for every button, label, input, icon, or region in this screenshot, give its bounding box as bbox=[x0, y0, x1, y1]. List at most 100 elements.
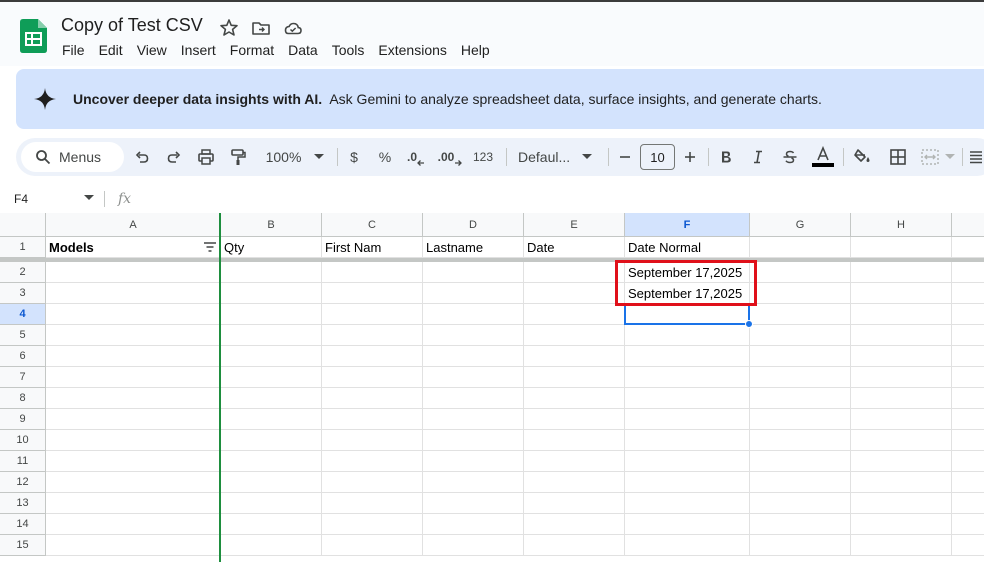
chevron-down-icon[interactable] bbox=[84, 195, 94, 201]
cell-f6[interactable] bbox=[625, 346, 750, 367]
column-header-b[interactable]: B bbox=[221, 213, 322, 237]
cell-g12[interactable] bbox=[750, 472, 851, 493]
cell-h4[interactable] bbox=[851, 304, 952, 325]
cell-c10[interactable] bbox=[322, 430, 423, 451]
cell-d2[interactable] bbox=[423, 262, 524, 283]
column-header-e[interactable]: E bbox=[524, 213, 625, 237]
cell-c14[interactable] bbox=[322, 514, 423, 535]
strikethrough-button[interactable] bbox=[780, 138, 800, 176]
cell-a14[interactable] bbox=[46, 514, 221, 535]
cell-partial[interactable] bbox=[952, 451, 984, 472]
bold-button[interactable] bbox=[716, 138, 736, 176]
cell-b10[interactable] bbox=[221, 430, 322, 451]
cell-d7[interactable] bbox=[423, 367, 524, 388]
column-header-partial[interactable] bbox=[952, 213, 984, 237]
cell-b14[interactable] bbox=[221, 514, 322, 535]
name-box[interactable]: F4 bbox=[0, 186, 104, 212]
cell-f9[interactable] bbox=[625, 409, 750, 430]
cell-h10[interactable] bbox=[851, 430, 952, 451]
cell-b15[interactable] bbox=[221, 535, 322, 556]
cell-b2[interactable] bbox=[221, 262, 322, 283]
cell-e11[interactable] bbox=[524, 451, 625, 472]
menu-format[interactable]: Format bbox=[223, 40, 281, 60]
row-header-7[interactable]: 7 bbox=[0, 367, 46, 388]
cell-f8[interactable] bbox=[625, 388, 750, 409]
merge-cells-button[interactable] bbox=[918, 138, 958, 176]
cell-h5[interactable] bbox=[851, 325, 952, 346]
column-header-c[interactable]: C bbox=[322, 213, 423, 237]
cell-a13[interactable] bbox=[46, 493, 221, 514]
cell-partial[interactable] bbox=[952, 409, 984, 430]
cloud-saved-icon[interactable] bbox=[283, 18, 303, 38]
horizontal-align-button[interactable] bbox=[968, 138, 984, 176]
cell-c3[interactable] bbox=[322, 283, 423, 304]
fill-handle[interactable] bbox=[745, 320, 753, 328]
column-header-a[interactable]: A bbox=[46, 213, 221, 237]
cell-a6[interactable] bbox=[46, 346, 221, 367]
cell-c6[interactable] bbox=[322, 346, 423, 367]
cell-h7[interactable] bbox=[851, 367, 952, 388]
cell-a10[interactable] bbox=[46, 430, 221, 451]
menu-insert[interactable]: Insert bbox=[174, 40, 223, 60]
cell-a11[interactable] bbox=[46, 451, 221, 472]
cell-f5[interactable] bbox=[625, 325, 750, 346]
cell-partial[interactable] bbox=[952, 304, 984, 325]
cell-f10[interactable] bbox=[625, 430, 750, 451]
fill-color-button[interactable] bbox=[851, 138, 875, 176]
cell-g11[interactable] bbox=[750, 451, 851, 472]
cell-g9[interactable] bbox=[750, 409, 851, 430]
spreadsheet-grid[interactable]: A B C D E F G H 1 Models Qty First Nam Lastname Date D… bbox=[0, 213, 984, 562]
cell-c13[interactable] bbox=[322, 493, 423, 514]
column-header-d[interactable]: D bbox=[423, 213, 524, 237]
print-button[interactable] bbox=[194, 138, 218, 176]
gemini-banner[interactable]: Uncover deeper data insights with AI. As… bbox=[16, 69, 984, 129]
row-header-4[interactable]: 4 bbox=[0, 304, 46, 325]
cell-b5[interactable] bbox=[221, 325, 322, 346]
menu-edit[interactable]: Edit bbox=[92, 40, 130, 60]
cell-a5[interactable] bbox=[46, 325, 221, 346]
cell-c4[interactable] bbox=[322, 304, 423, 325]
cell-f11[interactable] bbox=[625, 451, 750, 472]
move-to-folder-icon[interactable] bbox=[251, 18, 271, 38]
cell-g8[interactable] bbox=[750, 388, 851, 409]
column-header-g[interactable]: G bbox=[750, 213, 851, 237]
row-header-10[interactable]: 10 bbox=[0, 430, 46, 451]
cell-partial[interactable] bbox=[952, 262, 984, 283]
increase-decimal-button[interactable]: .00 bbox=[436, 138, 464, 176]
row-header-14[interactable]: 14 bbox=[0, 514, 46, 535]
cell-g2[interactable] bbox=[750, 262, 851, 283]
menu-tools[interactable]: Tools bbox=[325, 40, 372, 60]
row-header-8[interactable]: 8 bbox=[0, 388, 46, 409]
cell-g1[interactable] bbox=[750, 237, 851, 258]
row-header-11[interactable]: 11 bbox=[0, 451, 46, 472]
menu-help[interactable]: Help bbox=[454, 40, 497, 60]
cell-e1[interactable]: Date bbox=[524, 237, 625, 258]
cell-e15[interactable] bbox=[524, 535, 625, 556]
cell-c5[interactable] bbox=[322, 325, 423, 346]
cell-b1[interactable]: Qty bbox=[221, 237, 322, 258]
borders-button[interactable] bbox=[886, 138, 910, 176]
filter-icon[interactable] bbox=[204, 242, 216, 252]
cell-h14[interactable] bbox=[851, 514, 952, 535]
cell-a4[interactable] bbox=[46, 304, 221, 325]
cell-c12[interactable] bbox=[322, 472, 423, 493]
cell-g4[interactable] bbox=[750, 304, 851, 325]
cell-e8[interactable] bbox=[524, 388, 625, 409]
menu-data[interactable]: Data bbox=[281, 40, 325, 60]
cell-c8[interactable] bbox=[322, 388, 423, 409]
cell-a12[interactable] bbox=[46, 472, 221, 493]
cell-b13[interactable] bbox=[221, 493, 322, 514]
column-header-h[interactable]: H bbox=[851, 213, 952, 237]
cell-d10[interactable] bbox=[423, 430, 524, 451]
cell-f1[interactable]: Date Normal bbox=[625, 237, 750, 258]
cell-g10[interactable] bbox=[750, 430, 851, 451]
cell-g5[interactable] bbox=[750, 325, 851, 346]
active-cell-selection[interactable] bbox=[624, 303, 750, 325]
row-header-12[interactable]: 12 bbox=[0, 472, 46, 493]
cell-b8[interactable] bbox=[221, 388, 322, 409]
cell-f13[interactable] bbox=[625, 493, 750, 514]
cell-e10[interactable] bbox=[524, 430, 625, 451]
decrease-decimal-button[interactable]: .0 bbox=[404, 138, 428, 176]
cell-d14[interactable] bbox=[423, 514, 524, 535]
cell-d9[interactable] bbox=[423, 409, 524, 430]
